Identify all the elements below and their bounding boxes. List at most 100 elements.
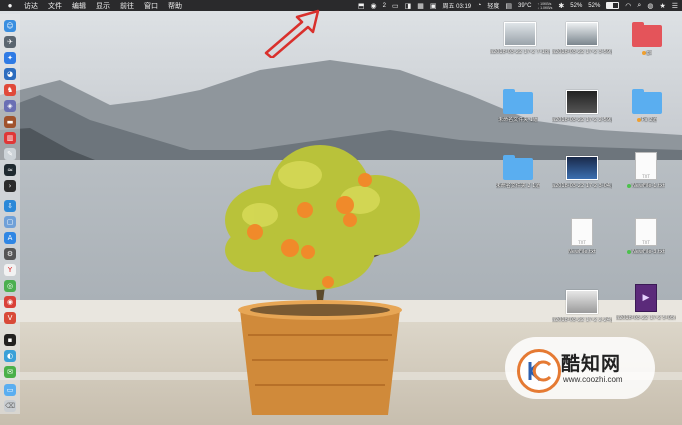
preview-icon[interactable]: ▢ [4, 216, 16, 228]
tag-dot-icon [627, 249, 632, 254]
menu-edit[interactable]: 编辑 [72, 1, 86, 11]
watermark-name: 酷知网 [561, 353, 622, 375]
folder-label-text: gs [646, 50, 653, 56]
battery-icon[interactable] [606, 2, 620, 9]
bookmark-icon[interactable]: ⬒ [358, 2, 365, 10]
calendar-icon[interactable]: ▣ [430, 2, 437, 10]
notes-icon[interactable]: ✎ [4, 148, 16, 160]
image-thumbnail [566, 90, 598, 114]
video-file-icon: ▶ [635, 284, 657, 312]
timer-icon[interactable]: ◔ [477, 2, 481, 9]
watermark-logo-mark [528, 360, 552, 382]
activity-monitor-icon[interactable]: ≈ [4, 164, 16, 176]
file-label: a2018-03-22 17-2 7-18.jpg [490, 49, 550, 55]
app-store-icon[interactable]: A [4, 232, 16, 244]
file-label: a2018-03-22 17-2 5-05.mp4 [616, 315, 676, 321]
file-label-text: NewFile-1.txt [632, 183, 665, 189]
wechat-icon[interactable]: ◉ [370, 2, 376, 10]
watermark-url: www.coozhi.com [563, 375, 623, 384]
desktop-file-jpg[interactable]: a2018-03-22 17-2 7-18.jpg [490, 22, 550, 55]
launchpad-icon[interactable]: ✈ [4, 36, 16, 48]
desktop-file-txt[interactable]: TXT NewFile.txt [560, 218, 604, 255]
watermark-logo-icon [517, 349, 561, 393]
chrome-icon[interactable]: ◎ [4, 280, 16, 292]
finder-icon[interactable]: ☺ [4, 20, 16, 32]
menu-go[interactable]: 前往 [120, 1, 134, 11]
desktop-file-jpg[interactable]: a2018-03-22 17-2 2-24.jpg [552, 290, 612, 323]
folder-label: gs [641, 50, 653, 56]
notification-center-icon[interactable]: ☰ [672, 2, 678, 10]
desktop-folder[interactable]: 未命名文件夹 2 1道 [495, 155, 541, 189]
image-thumbnail [566, 22, 598, 46]
folder-icon [503, 155, 533, 180]
image-thumbnail [566, 290, 598, 314]
folder-icon [503, 89, 533, 114]
trash-icon[interactable]: ⌫ [4, 400, 16, 412]
file-label: a2018-03-22 17-2 3-59.jpg [552, 49, 612, 55]
star-icon[interactable]: ★ [659, 2, 665, 10]
dock: ☺ ✈ ✦ ◕ ♞ ◈ ▬ ▥ ✎ ≈ › ⇩ ▢ A ⚙ Y ◎ ◉ V ▪ … [0, 14, 20, 414]
menu-help[interactable]: 帮助 [168, 1, 182, 11]
display-icon[interactable]: ▭ [392, 2, 399, 10]
downloads-folder-icon[interactable]: ▭ [4, 384, 16, 396]
grid-icon[interactable]: ▦ [417, 2, 424, 10]
file-label: a2018-03-22 17-2 3-04.jpg [552, 183, 612, 189]
yandex-icon[interactable]: Y [4, 264, 16, 276]
menu-bar-left: ● 访达 文件 编辑 显示 前往 窗口 帮助 [0, 0, 192, 11]
bluetooth-icon[interactable]: ✱ [558, 2, 564, 10]
vivaldi-icon[interactable]: V [4, 312, 16, 324]
system-preferences-icon[interactable]: ⚙ [4, 248, 16, 260]
text-document-icon: TXT [635, 218, 657, 246]
apple-menu-icon[interactable]: ● [4, 1, 16, 10]
file-label-text: NewFile-3.txt [632, 249, 665, 255]
menu-window[interactable]: 窗口 [144, 1, 158, 11]
desktop-file-jpg[interactable]: a2018-03-22 17-2 3-59.jpg [552, 22, 612, 55]
wifi-icon[interactable]: ◠ [625, 2, 631, 10]
desktop-file-txt[interactable]: TXT NewFile-3.txt [624, 218, 668, 255]
desktop-file-jpg[interactable]: a2018-03-22 17-2 3-04.jpg [552, 156, 612, 189]
search-icon[interactable]: ⌕ [637, 2, 641, 10]
desktop-file-txt[interactable]: TXT NewFile-1.txt [624, 152, 668, 189]
desktop-file-jpg[interactable]: a2018-03-22 17-2 2-59.jpg [552, 90, 612, 123]
desktop-folder[interactable]: 未命名文件夹 1道 [496, 89, 540, 123]
qq-icon[interactable]: ◕ [4, 68, 16, 80]
menu-bar-status-items: ⬒ ◉ 2 ▭ ◨ ▦ ▣ 周五 03:19 ◔ 轻度 ▤ 39°C ↑ 10K… [358, 0, 678, 11]
desktop-file-mp4[interactable]: ▶ a2018-03-22 17-2 5-05.mp4 [616, 284, 676, 321]
image-thumbnail [566, 156, 598, 180]
siri-icon[interactable]: ◍ [647, 2, 653, 10]
desktop-folder-red[interactable]: gs [625, 22, 669, 56]
file-label: a2018-03-22 17-2 2-59.jpg [552, 117, 612, 123]
feed-icon[interactable]: ◐ [4, 350, 16, 362]
calendar-app-icon[interactable]: ▥ [4, 132, 16, 144]
folder-label: 未命名文件夹 1道 [498, 117, 538, 123]
monitor-icon[interactable]: ▤ [505, 2, 512, 10]
folder-label-text: Pa 2道 [641, 117, 658, 123]
file-label: a2018-03-22 17-2 2-24.jpg [552, 317, 612, 323]
file-label: NewFile-1.txt [627, 183, 665, 189]
menu-view[interactable]: 显示 [96, 1, 110, 11]
network-speed[interactable]: ↑ 10KB/s ↓ 1.0KB/s [537, 2, 552, 10]
file-label: NewFile.txt [568, 249, 596, 255]
folder-red-icon [632, 22, 662, 47]
desktop-folder[interactable]: Pa 2道 [625, 89, 669, 123]
books-icon[interactable]: ▬ [4, 116, 16, 128]
text-document-icon: TXT [635, 152, 657, 180]
menu-finder[interactable]: 访达 [24, 1, 38, 11]
input-method-text[interactable]: 轻度 [487, 1, 499, 10]
wechat-app-icon[interactable]: ✉ [4, 366, 16, 378]
terminal-icon[interactable]: › [4, 180, 16, 192]
folder-icon [632, 89, 662, 114]
window-icon[interactable]: ◨ [405, 2, 412, 10]
menu-file[interactable]: 文件 [48, 1, 62, 11]
safari-icon[interactable]: ✦ [4, 52, 16, 64]
app-store-red-icon[interactable]: ♞ [4, 84, 16, 96]
tag-dot-icon [636, 117, 641, 122]
folder-label: 未命名文件夹 2 1道 [495, 183, 541, 189]
photos-icon[interactable]: ◈ [4, 100, 16, 112]
netease-music-icon[interactable]: ◉ [4, 296, 16, 308]
download-icon[interactable]: ⇩ [4, 200, 16, 212]
tag-dot-icon [641, 50, 646, 55]
clock-text[interactable]: 周五 03:19 [442, 1, 471, 10]
tag-dot-icon [627, 183, 632, 188]
pycharm-icon[interactable]: ▪ [4, 334, 16, 346]
